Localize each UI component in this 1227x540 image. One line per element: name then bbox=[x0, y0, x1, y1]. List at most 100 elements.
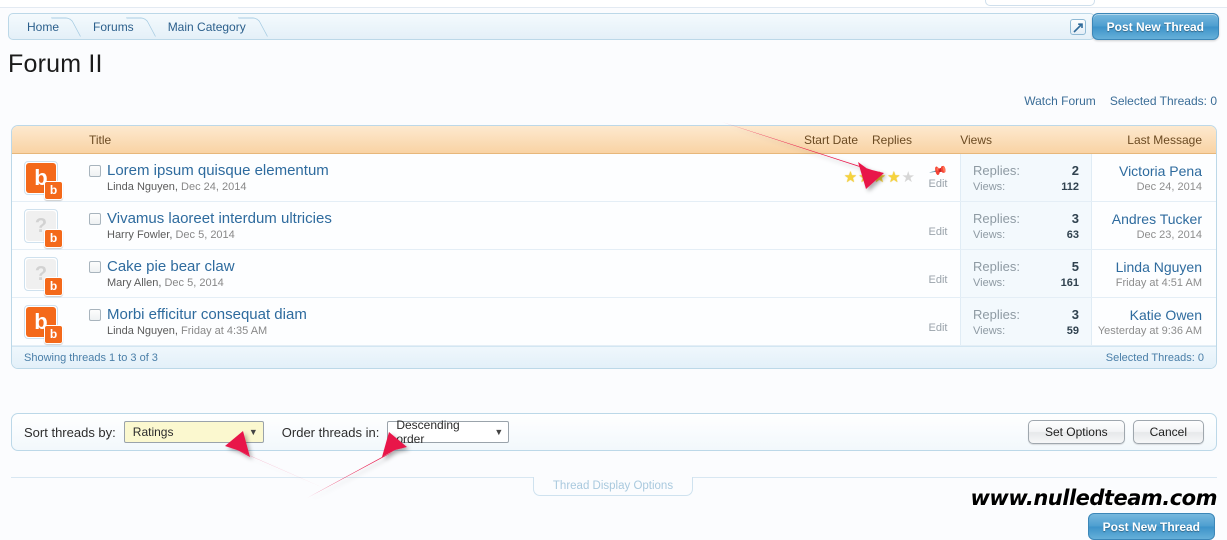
edit-link[interactable]: Edit bbox=[929, 226, 948, 238]
column-header-start-date[interactable]: Start Date bbox=[772, 133, 858, 147]
post-new-thread-button-bottom[interactable]: Post New Thread bbox=[1087, 513, 1215, 540]
avatar[interactable]: ? b bbox=[24, 208, 63, 248]
replies-row: Replies: 5 bbox=[973, 259, 1079, 274]
last-message-user[interactable]: Linda Nguyen bbox=[1116, 259, 1202, 275]
edit-link[interactable]: Edit bbox=[929, 322, 948, 334]
thread-title-cell: Lorem ipsum quisque elementum Linda Nguy… bbox=[70, 154, 772, 201]
thread-select-checkbox[interactable] bbox=[89, 164, 101, 177]
avatar-badge-icon: b bbox=[44, 276, 63, 296]
star-rating-icon[interactable]: ★★★★★ bbox=[844, 170, 916, 185]
avatar-cell: ? b bbox=[12, 250, 70, 297]
replies-value: 3 bbox=[1071, 306, 1079, 322]
replies-label: Replies: bbox=[973, 258, 1020, 274]
cancel-button[interactable]: Cancel bbox=[1132, 420, 1204, 444]
forum-action-links: Watch Forum Selected Threads: 0 bbox=[1024, 94, 1217, 108]
edit-link[interactable]: Edit bbox=[929, 178, 948, 190]
sort-threads-select[interactable]: Ratings ▼ bbox=[123, 421, 264, 443]
set-options-button[interactable]: Set Options bbox=[1027, 420, 1125, 444]
table-row[interactable]: b b Morbi efficitur consequat diam Linda… bbox=[12, 298, 1216, 346]
post-new-thread-button-top[interactable]: Post New Thread bbox=[1091, 13, 1219, 40]
replies-value: 2 bbox=[1071, 162, 1079, 178]
views-row: Views: 161 bbox=[973, 277, 1079, 289]
watch-forum-link[interactable]: Watch Forum bbox=[1024, 94, 1096, 108]
thread-author[interactable]: Harry Fowler, bbox=[107, 229, 172, 241]
thread-counts-cell: Replies: 5 Views: 161 bbox=[960, 250, 1092, 297]
chevron-down-icon: ▼ bbox=[248, 427, 258, 437]
thread-rating-cell[interactable] bbox=[772, 250, 916, 297]
last-message-cell: Linda Nguyen Friday at 4:51 AM bbox=[1092, 250, 1216, 297]
table-row[interactable]: ? b Vivamus laoreet interdum ultricies H… bbox=[12, 202, 1216, 250]
thread-select-checkbox[interactable] bbox=[89, 260, 101, 273]
thread-title-link[interactable]: Morbi efficitur consequat diam bbox=[107, 306, 307, 323]
top-partial-box bbox=[985, 0, 1095, 6]
thread-counts-cell: Replies: 2 Views: 112 bbox=[960, 154, 1092, 201]
views-value: 59 bbox=[1066, 324, 1079, 337]
breadcrumb-item-forums[interactable]: Forums bbox=[79, 14, 154, 39]
replies-label: Replies: bbox=[973, 210, 1020, 226]
views-value: 161 bbox=[1060, 276, 1079, 289]
avatar[interactable]: b b bbox=[24, 160, 63, 200]
views-label: Views: bbox=[973, 324, 1006, 337]
edit-link[interactable]: Edit bbox=[929, 274, 948, 286]
selected-threads-count-top: Selected Threads: 0 bbox=[1109, 94, 1217, 108]
table-header-row: Title Start Date Replies Views Last Mess… bbox=[12, 126, 1216, 154]
breadcrumb-item-home[interactable]: Home bbox=[9, 14, 79, 39]
views-row: Views: 59 bbox=[973, 325, 1079, 337]
avatar-cell: ? b bbox=[12, 202, 70, 249]
thread-title-link[interactable]: Vivamus laoreet interdum ultricies bbox=[107, 210, 332, 227]
views-label: Views: bbox=[973, 276, 1006, 289]
column-header-title[interactable]: Title bbox=[12, 133, 772, 147]
views-value: 112 bbox=[1061, 180, 1079, 193]
breadcrumb-label: Main Category bbox=[167, 19, 246, 34]
thread-title-line: Vivamus laoreet interdum ultricies bbox=[89, 210, 772, 227]
thread-start-date: Dec 24, 2014 bbox=[181, 181, 247, 193]
table-row[interactable]: b b Lorem ipsum quisque elementum Linda … bbox=[12, 154, 1216, 202]
replies-label: Replies: bbox=[973, 162, 1020, 178]
table-row[interactable]: ? b Cake pie bear claw Mary Allen, Dec 5… bbox=[12, 250, 1216, 298]
avatar[interactable]: b b bbox=[24, 304, 63, 344]
avatar-badge-icon: b bbox=[44, 228, 63, 248]
thread-title-link[interactable]: Cake pie bear claw bbox=[107, 258, 235, 275]
thread-rating-cell[interactable] bbox=[772, 298, 916, 345]
page-title: Forum II bbox=[8, 50, 103, 78]
thread-author[interactable]: Linda Nguyen, bbox=[107, 181, 178, 193]
thread-select-checkbox[interactable] bbox=[89, 308, 101, 321]
breadcrumb-item-main-category[interactable]: Main Category bbox=[154, 14, 266, 39]
thread-meta: Linda Nguyen, Dec 24, 2014 bbox=[89, 181, 772, 193]
column-header-replies[interactable]: Replies bbox=[858, 133, 920, 147]
last-message-user[interactable]: Andres Tucker bbox=[1112, 211, 1202, 227]
site-watermark: www.nulledteam.com bbox=[970, 486, 1218, 510]
avatar[interactable]: ? b bbox=[24, 256, 63, 296]
thread-title-cell: Cake pie bear claw Mary Allen, Dec 5, 20… bbox=[70, 250, 772, 297]
last-message-user[interactable]: Katie Owen bbox=[1130, 307, 1202, 323]
column-header-last-message[interactable]: Last Message bbox=[1002, 133, 1216, 147]
popup-expand-icon[interactable] bbox=[1070, 19, 1086, 35]
avatar-badge-icon: b bbox=[44, 324, 63, 344]
views-row: Views: 63 bbox=[973, 229, 1079, 241]
thread-edit-cell: 📌 Edit bbox=[916, 154, 960, 201]
thread-edit-cell: Edit bbox=[916, 202, 960, 249]
thread-rating-cell[interactable]: ★★★★★ bbox=[772, 154, 916, 201]
selected-threads-count-bottom: Selected Threads: 0 bbox=[1105, 351, 1204, 364]
thread-title-cell: Vivamus laoreet interdum ultricies Harry… bbox=[70, 202, 772, 249]
breadcrumb-label: Forums bbox=[93, 19, 134, 34]
thread-title-line: Morbi efficitur consequat diam bbox=[89, 306, 772, 323]
thread-display-options-tab[interactable]: Thread Display Options bbox=[533, 477, 693, 496]
order-threads-select[interactable]: Descending order ▼ bbox=[387, 418, 510, 446]
thread-author[interactable]: Linda Nguyen, bbox=[107, 325, 178, 337]
column-header-views[interactable]: Views bbox=[920, 133, 1002, 147]
thread-meta: Mary Allen, Dec 5, 2014 bbox=[89, 277, 772, 289]
last-message-date: Dec 23, 2014 bbox=[1136, 228, 1202, 241]
replies-value: 3 bbox=[1071, 210, 1079, 226]
sort-threads-label: Sort threads by: bbox=[24, 424, 116, 440]
options-buttons: Set Options Cancel bbox=[1027, 420, 1204, 444]
thread-title-link[interactable]: Lorem ipsum quisque elementum bbox=[107, 162, 329, 179]
replies-value: 5 bbox=[1071, 258, 1079, 274]
thread-rating-cell[interactable] bbox=[772, 202, 916, 249]
thread-author[interactable]: Mary Allen, bbox=[107, 277, 161, 289]
avatar-badge-icon: b bbox=[44, 180, 63, 200]
thread-select-checkbox[interactable] bbox=[89, 212, 101, 225]
last-message-date: Friday at 4:51 AM bbox=[1115, 276, 1202, 289]
last-message-user[interactable]: Victoria Pena bbox=[1119, 163, 1202, 179]
thread-edit-cell: Edit bbox=[916, 250, 960, 297]
